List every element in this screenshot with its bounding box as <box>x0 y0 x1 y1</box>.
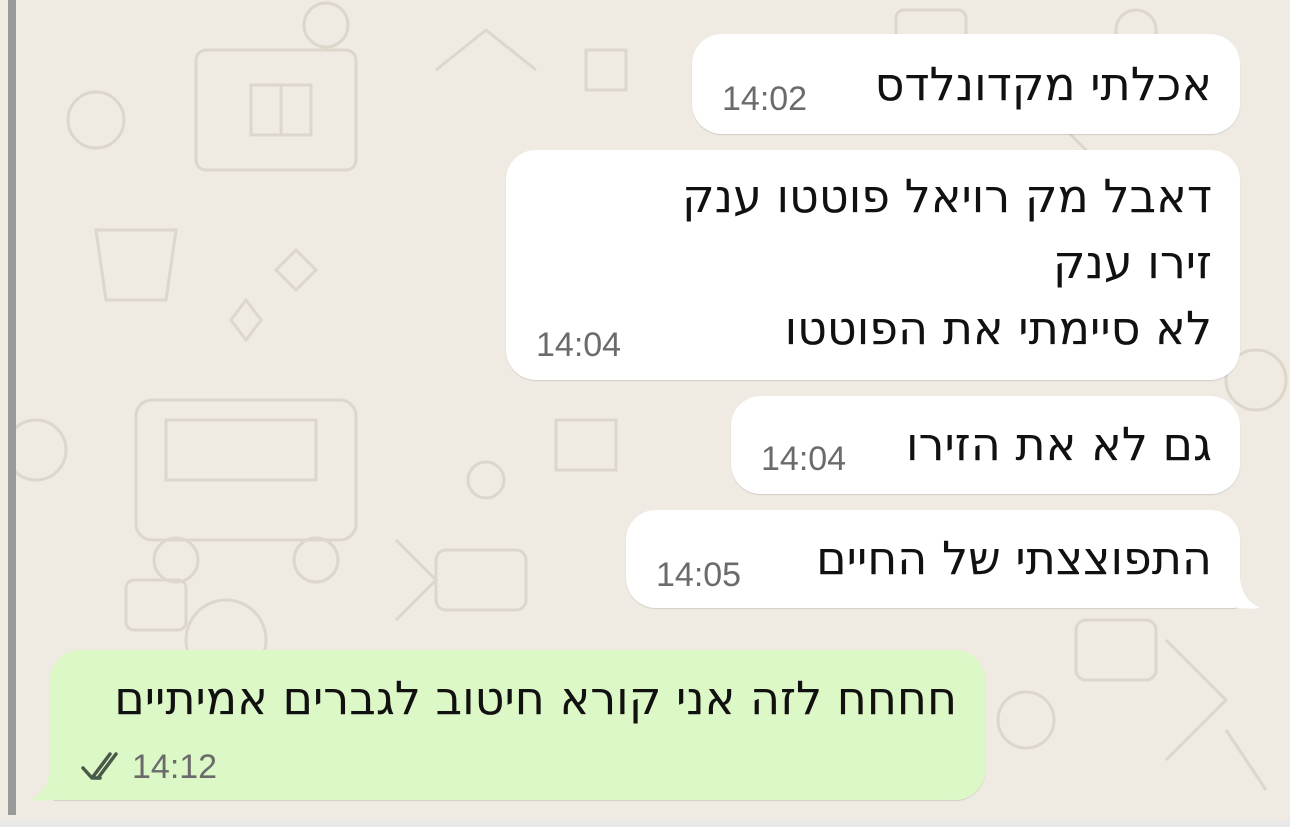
message-text-line-3: לא סיימתי את הפוטטו <box>784 301 1212 355</box>
message-timestamp: 14:04 <box>761 440 847 478</box>
bottom-divider <box>0 821 1290 827</box>
outgoing-message-bubble[interactable]: חחחח לזה אני קורא חיטוב לגברים אמיתיים 1… <box>50 650 985 800</box>
message-text: גם לא את הזירו <box>906 417 1212 471</box>
message-text: אכלתי מקדונלדס <box>874 57 1212 111</box>
message-timestamp: 14:05 <box>656 556 742 594</box>
message-text-line-2: זירו ענק <box>1052 235 1212 289</box>
incoming-message-bubble[interactable]: התפוצצתי של החיים 14:05 <box>626 510 1240 608</box>
incoming-bubble-tail <box>1228 578 1260 609</box>
message-text: חחחח לזה אני קורא חיטוב לגברים אמיתיים <box>114 671 957 725</box>
incoming-message-bubble[interactable]: גם לא את הזירו 14:04 <box>731 396 1240 494</box>
message-text: התפוצצתי של החיים <box>816 531 1212 585</box>
message-timestamp: 14:04 <box>536 326 622 364</box>
message-timestamp: 14:12 <box>132 748 218 786</box>
incoming-message-bubble[interactable]: דאבל מק רויאל פוטטו ענק זירו ענק לא סיימ… <box>506 150 1240 380</box>
message-text-line-1: דאבל מק רויאל פוטטו ענק <box>682 169 1212 223</box>
message-timestamp: 14:02 <box>722 80 808 118</box>
incoming-message-bubble[interactable]: אכלתי מקדונלדס 14:02 <box>692 34 1240 134</box>
outgoing-bubble-tail <box>30 770 62 801</box>
double-check-icon <box>81 752 118 780</box>
chat-scrollbar[interactable] <box>8 0 16 815</box>
